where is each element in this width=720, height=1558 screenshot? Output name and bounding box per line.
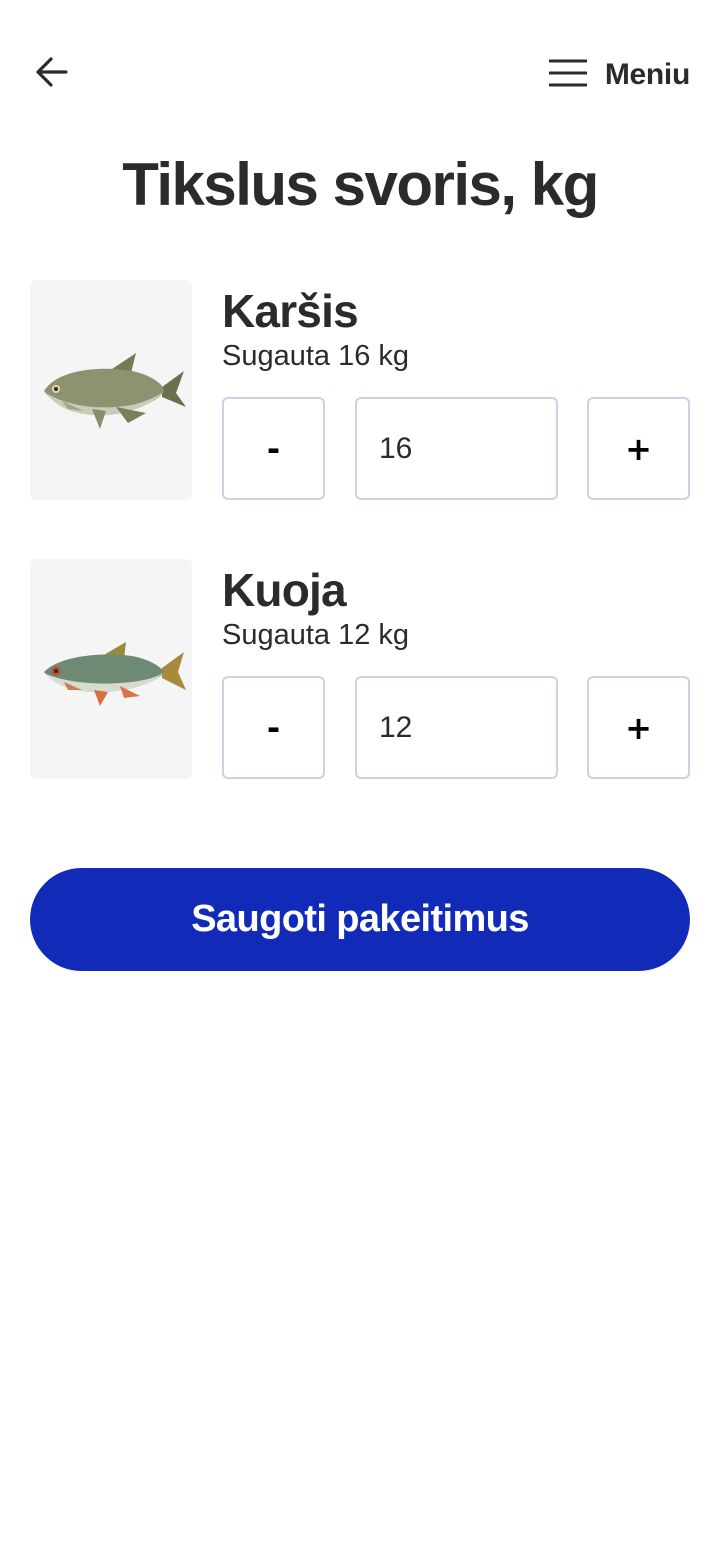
caught-value: 16 kg bbox=[338, 340, 410, 372]
bream-fish-image bbox=[30, 280, 192, 500]
fish-row: Kuoja Sugauta 12 kg - + bbox=[30, 559, 690, 779]
menu-label: Meniu bbox=[604, 58, 690, 91]
increase-weight-button[interactable]: + bbox=[587, 397, 690, 500]
caught-label: Sugauta bbox=[222, 340, 331, 372]
fish-row: Karšis Sugauta 16 kg - + bbox=[30, 280, 690, 500]
menu-button[interactable]: Meniu bbox=[548, 52, 690, 98]
back-button[interactable] bbox=[30, 52, 74, 96]
page: Meniu Tikslus svoris, kg Karšis Sugauta … bbox=[0, 0, 720, 1558]
caught-weight-text: Sugauta 12 kg bbox=[222, 619, 409, 652]
hamburger-icon bbox=[548, 58, 588, 92]
caught-label: Sugauta bbox=[222, 619, 331, 651]
decrease-weight-button[interactable]: - bbox=[222, 676, 325, 779]
caught-value: 12 kg bbox=[338, 619, 410, 651]
weight-input[interactable] bbox=[355, 676, 558, 779]
decrease-weight-button[interactable]: - bbox=[222, 397, 325, 500]
fish-name: Kuoja bbox=[222, 564, 347, 616]
fish-name: Karšis bbox=[222, 285, 359, 337]
page-title: Tikslus svoris, kg bbox=[122, 151, 599, 218]
weight-input[interactable] bbox=[355, 397, 558, 500]
roach-fish-image bbox=[30, 559, 192, 779]
increase-weight-button[interactable]: + bbox=[587, 676, 690, 779]
save-changes-button[interactable]: Saugoti pakeitimus bbox=[30, 868, 690, 971]
caught-weight-text: Sugauta 16 kg bbox=[222, 340, 409, 373]
arrow-left-icon bbox=[35, 55, 69, 93]
